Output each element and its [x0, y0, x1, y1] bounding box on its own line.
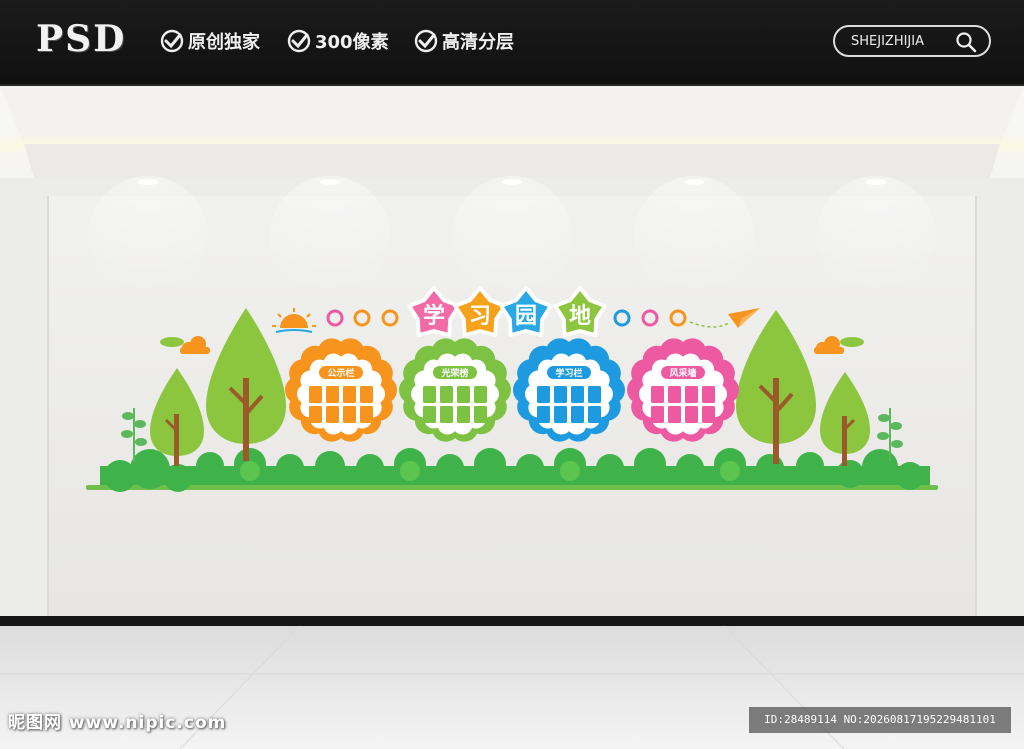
- title-char: 园: [515, 304, 537, 329]
- feature-label: 高清分层: [442, 32, 514, 53]
- magnifier-icon[interactable]: [955, 31, 977, 53]
- photo-slot: [668, 406, 681, 423]
- photo-slot: [685, 386, 698, 403]
- photo-slot: [668, 386, 681, 403]
- title-char: 地: [569, 304, 591, 329]
- title-char: 学: [423, 303, 445, 329]
- feature-label: 原创独家: [188, 32, 260, 53]
- photo-slot: [457, 406, 470, 423]
- site-search-box[interactable]: SHEJIZHIJIA: [833, 25, 991, 57]
- photo-slot: [474, 386, 487, 403]
- panel-label: 光荣榜: [440, 367, 468, 379]
- feature-layers: 高清分层: [414, 28, 514, 54]
- panel-label: 风采墙: [669, 367, 696, 379]
- photo-slot: [326, 406, 339, 423]
- psd-logo: PSD: [36, 18, 127, 60]
- photo-slot: [685, 406, 698, 423]
- photo-slot: [326, 386, 339, 403]
- photo-slot: [537, 386, 550, 403]
- check-circle-icon: [160, 29, 184, 53]
- photo-slot: [474, 406, 487, 423]
- photo-slot: [702, 386, 715, 403]
- check-circle-icon: [414, 29, 438, 53]
- nipic-watermark: 昵图网 www.nipic.com: [8, 713, 227, 733]
- panel-label: 学习栏: [555, 367, 582, 379]
- photo-slot: [343, 406, 356, 423]
- photo-slot: [440, 406, 453, 423]
- photo-slot: [423, 406, 436, 423]
- title-char: 习: [469, 304, 491, 329]
- photo-slot: [440, 386, 453, 403]
- photo-slot: [360, 386, 373, 403]
- search-text: SHEJIZHIJIA: [851, 33, 924, 49]
- cloud-right: [840, 337, 864, 347]
- photo-slot: [423, 386, 436, 403]
- image-id-label: ID:28489114 NO:20260817195229481101: [749, 707, 1011, 733]
- photo-slot: [651, 406, 664, 423]
- photo-slot: [651, 386, 664, 403]
- ground-strip: [86, 485, 938, 490]
- room-scene: 学习园 地 公示栏 光荣榜 学习栏 风采墙: [0, 86, 1024, 749]
- photo-slot: [571, 386, 584, 403]
- photo-slot: [537, 406, 550, 423]
- panel-label: 公示栏: [327, 367, 354, 379]
- photo-slot: [309, 386, 322, 403]
- photo-slot: [702, 406, 715, 423]
- feature-resolution: 300像素: [287, 28, 389, 54]
- feature-label: 300像素: [315, 32, 389, 53]
- display-wall: 学习园 地 公示栏 光荣榜 学习栏 风采墙: [0, 86, 1024, 616]
- photo-slot: [554, 386, 567, 403]
- photo-slot: [309, 406, 322, 423]
- photo-slot: [360, 406, 373, 423]
- photo-slot: [457, 386, 470, 403]
- photo-slot: [588, 386, 601, 403]
- photo-slot: [588, 406, 601, 423]
- photo-slot: [571, 406, 584, 423]
- feature-original: 原创独家: [160, 28, 260, 54]
- photo-slot: [554, 406, 567, 423]
- top-banner: PSD 原创独家 300像素 高清分层 SHEJIZHIJIA: [0, 0, 1024, 86]
- check-circle-icon: [287, 29, 311, 53]
- cloud-left: [160, 337, 184, 347]
- photo-slot: [343, 386, 356, 403]
